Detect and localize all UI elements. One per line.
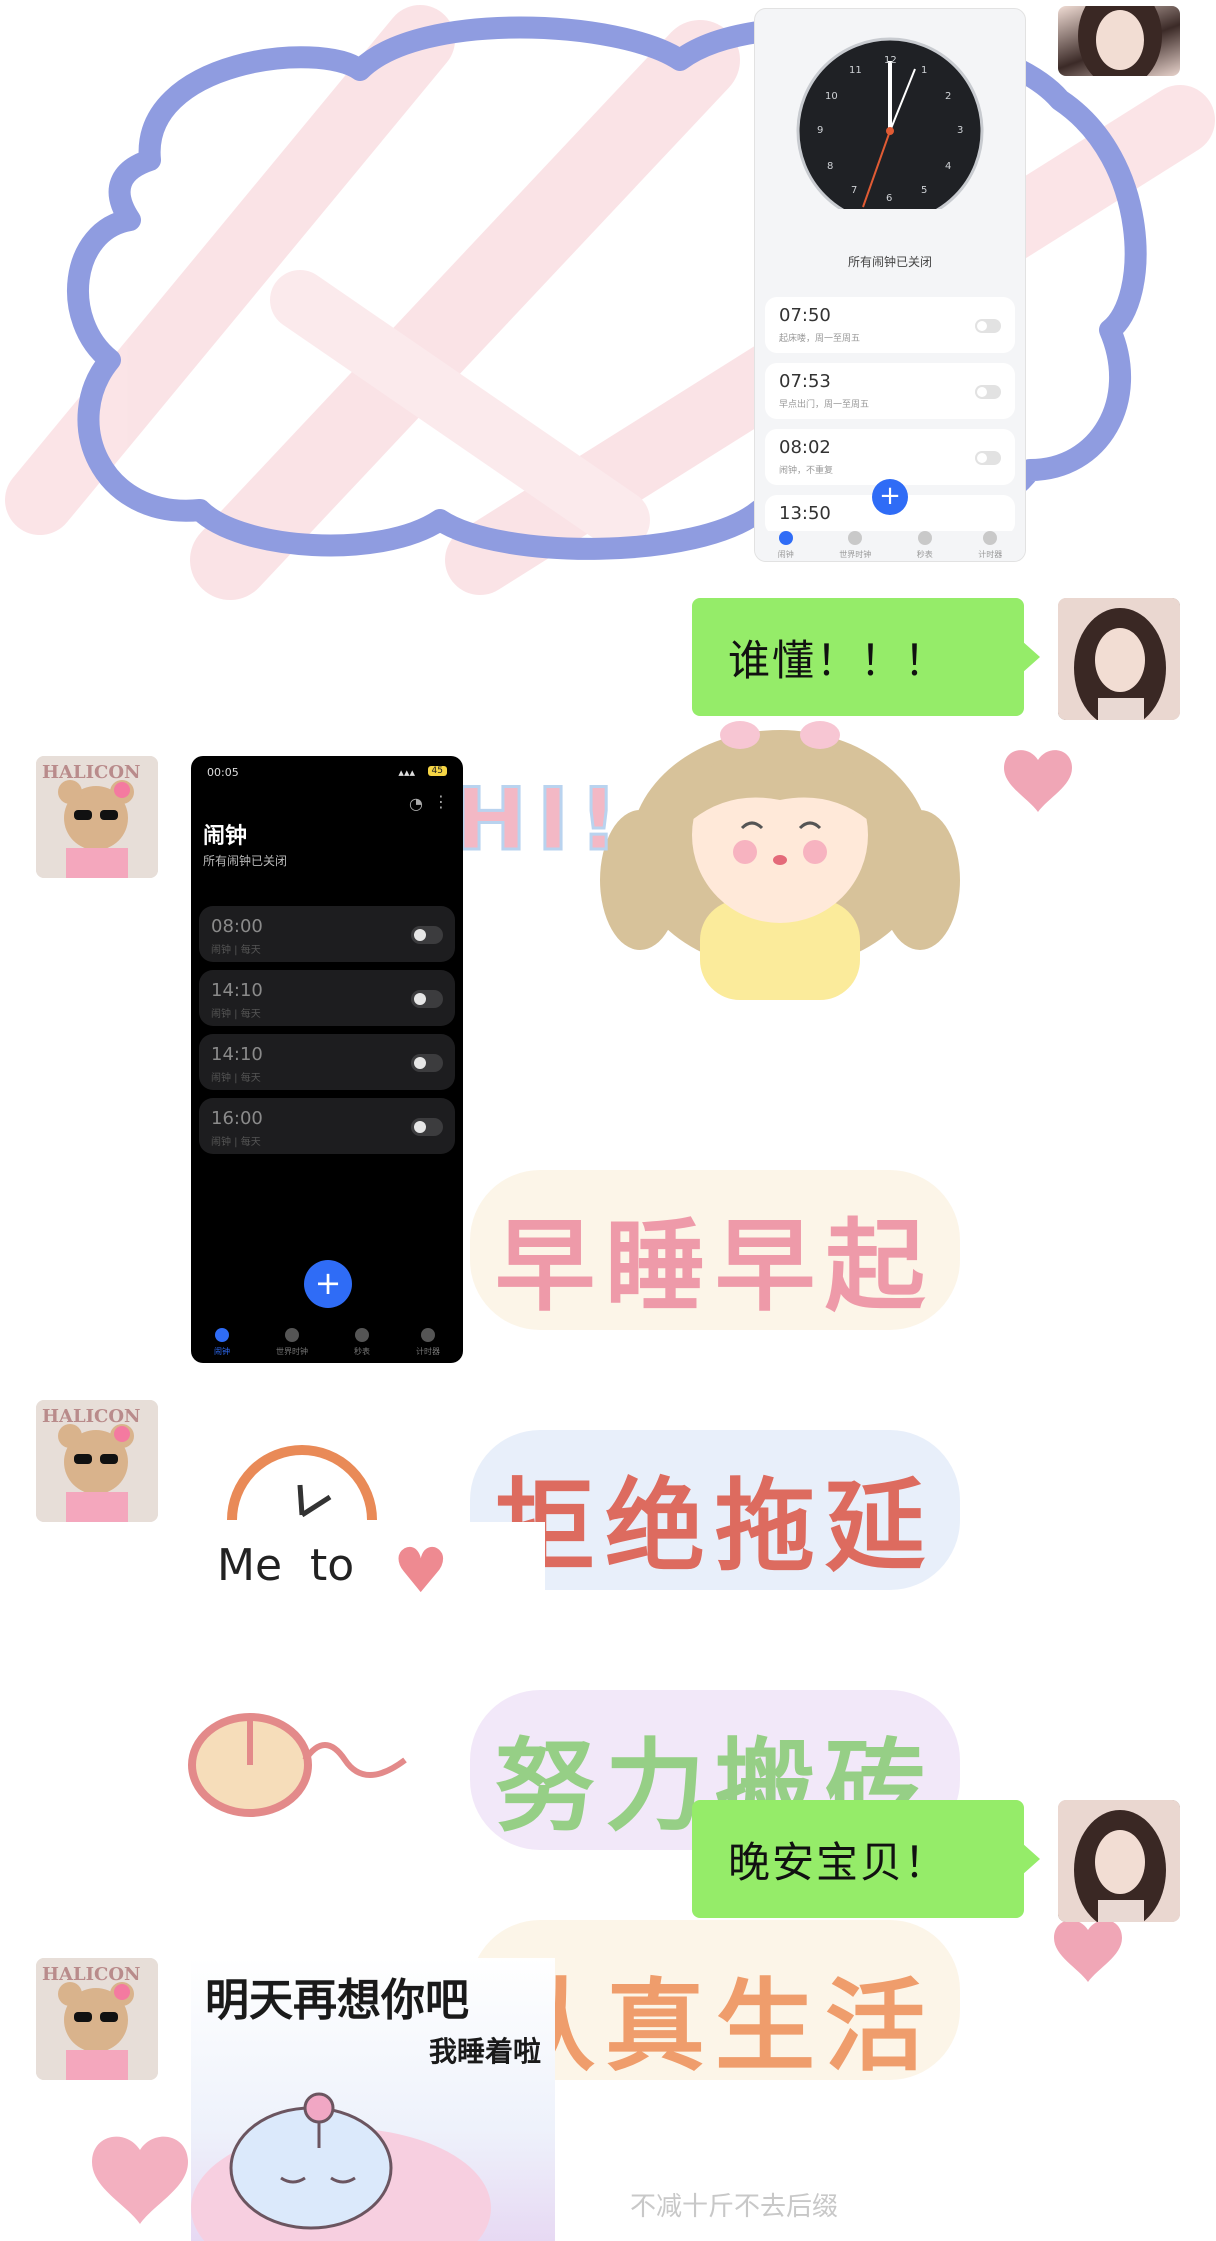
friend-avatar[interactable]: HALICON bbox=[36, 756, 158, 878]
tab-world-clock[interactable]: 世界时钟 bbox=[839, 531, 871, 561]
message-text: 晚安宝贝！ bbox=[728, 1837, 949, 1887]
alarm-time: 08:00 bbox=[211, 916, 263, 937]
tab-timer[interactable]: 计时器 bbox=[416, 1328, 440, 1357]
goodnight-sticker[interactable]: 明天再想你吧 我睡着啦 bbox=[191, 1958, 555, 2241]
alarm-card[interactable]: 16:00 闹钟 | 每天 bbox=[199, 1098, 455, 1154]
light-clock-tabbar: 闹钟 世界时钟 秒表 计时器 bbox=[755, 531, 1025, 561]
svg-text:HALICON: HALICON bbox=[42, 1406, 141, 1427]
alarm-toggle[interactable] bbox=[975, 385, 1001, 399]
alarm-time: 07:50 bbox=[779, 305, 831, 326]
alarm-toggle[interactable] bbox=[975, 319, 1001, 333]
alarm-time: 14:10 bbox=[211, 1044, 263, 1065]
alarm-toggle[interactable] bbox=[411, 1054, 443, 1072]
heart-icon bbox=[92, 2136, 188, 2224]
portrait-avatar-image bbox=[1058, 1800, 1180, 1922]
bear-avatar-image: HALICON bbox=[36, 1958, 158, 2080]
heart-icon bbox=[1054, 1920, 1122, 1982]
bear-avatar-image: HALICON bbox=[36, 756, 158, 878]
alarm-subtitle: 起床喽，周一至周五 bbox=[779, 334, 861, 344]
alarm-subtitle: 早点出门，周一至周五 bbox=[779, 400, 870, 410]
alarm-card[interactable]: 14:10 闹钟 | 每天 bbox=[199, 970, 455, 1026]
my-avatar[interactable] bbox=[1058, 598, 1180, 720]
alarm-subtitle: 闹钟 | 每天 bbox=[211, 1073, 261, 1084]
light-clock-screenshot[interactable]: 12 1 2 3 4 5 6 7 8 9 10 11 所有闹钟已关闭 07:50… bbox=[754, 8, 1026, 562]
sticker-art-background bbox=[5, 5, 1215, 2224]
heart-icon: ♥ bbox=[393, 1534, 449, 1607]
dark-clock-screenshot[interactable]: 00:05 45 ▴▴▴ ◔ ⋮ 闹钟 所有闹钟已关闭 08:00 闹钟 | 每… bbox=[191, 756, 463, 1363]
tab-stopwatch[interactable]: 秒表 bbox=[354, 1328, 370, 1357]
alarm-card[interactable]: 07:53 早点出门，周一至周五 bbox=[765, 363, 1015, 419]
more-icon[interactable]: ⋮ bbox=[433, 792, 449, 811]
me-to-text: Me to bbox=[217, 1540, 355, 1591]
tab-alarm[interactable]: 闹钟 bbox=[214, 1328, 230, 1357]
sticker-line-early-sleep: 早睡早起 bbox=[495, 1208, 935, 1325]
dark-clock-tabbar: 闹钟 世界时钟 秒表 计时器 bbox=[191, 1328, 463, 1357]
light-clock-caption: 所有闹钟已关闭 bbox=[847, 255, 932, 269]
message-bubble-mine[interactable]: 晚安宝贝！ bbox=[692, 1800, 1040, 1918]
mouse-doodle-icon bbox=[188, 1713, 407, 1817]
status-bar: 00:05 45 ▴▴▴ bbox=[207, 766, 447, 784]
alarm-time: 08:02 bbox=[779, 437, 831, 458]
sticker-line-no-delay: 拒绝拖延 bbox=[495, 1468, 935, 1585]
friend-avatar[interactable]: HALICON bbox=[36, 1958, 158, 2080]
alarm-toggle[interactable] bbox=[411, 926, 443, 944]
tab-alarm[interactable]: 闹钟 bbox=[778, 531, 794, 561]
alarm-toggle[interactable] bbox=[975, 451, 1001, 465]
tab-stopwatch[interactable]: 秒表 bbox=[917, 531, 933, 561]
add-alarm-button[interactable]: + bbox=[872, 479, 908, 515]
alarm-toggle[interactable] bbox=[411, 990, 443, 1008]
signal-icon: ▴▴▴ bbox=[398, 766, 415, 779]
alarm-time: 14:10 bbox=[211, 980, 263, 1001]
page-title: 闹钟 bbox=[203, 824, 248, 849]
tab-world-clock[interactable]: 世界时钟 bbox=[276, 1328, 308, 1357]
alarm-card[interactable]: 08:00 闹钟 | 每天 bbox=[199, 906, 455, 962]
alarm-card[interactable]: 07:50 起床喽，周一至周五 bbox=[765, 297, 1015, 353]
tab-timer[interactable]: 计时器 bbox=[978, 531, 1002, 561]
svg-text:HALICON: HALICON bbox=[42, 1964, 141, 1985]
portrait-avatar-image bbox=[1078, 6, 1162, 76]
light-clock-numbers: 12 1 2 3 4 5 6 7 8 9 10 11 bbox=[817, 55, 964, 204]
friend-avatar[interactable]: HALICON bbox=[36, 1400, 158, 1522]
me-to-label: Me to ♥ bbox=[205, 1522, 545, 1607]
my-avatar[interactable] bbox=[1058, 6, 1180, 76]
alarm-subtitle: 闹钟 | 每天 bbox=[211, 1009, 261, 1020]
status-time: 00:05 bbox=[207, 766, 239, 779]
sticker-line-live-seriously: 认真生活 bbox=[495, 1968, 935, 2085]
alarm-subtitle: 闹钟 | 每天 bbox=[211, 945, 261, 956]
girl-character-illustration bbox=[600, 721, 960, 1000]
battery-badge: 45 bbox=[427, 766, 447, 776]
alarm-subtitle: 闹钟 | 每天 bbox=[211, 1137, 261, 1148]
alarm-card[interactable]: 14:10 闹钟 | 每天 bbox=[199, 1034, 455, 1090]
alarm-time: 13:50 bbox=[779, 503, 831, 524]
refresh-icon[interactable]: ◔ bbox=[409, 794, 423, 813]
alarm-time: 16:00 bbox=[211, 1108, 263, 1129]
watermark-text: 不减十斤不去后缀 bbox=[630, 2192, 839, 2222]
alarm-toggle[interactable] bbox=[411, 1118, 443, 1136]
svg-text:HALICON: HALICON bbox=[42, 762, 141, 783]
portrait-avatar-image bbox=[1058, 598, 1180, 720]
sleeping-character-illustration bbox=[191, 2092, 491, 2241]
bear-avatar-image: HALICON bbox=[36, 1400, 158, 1522]
alarm-time: 07:53 bbox=[779, 371, 831, 392]
alarm-subtitle: 闹钟，不重复 bbox=[779, 466, 834, 476]
add-alarm-button[interactable]: + bbox=[304, 1260, 352, 1308]
message-text: 谁懂！！！ bbox=[728, 635, 949, 685]
message-bubble-mine[interactable]: 谁懂！！！ bbox=[692, 598, 1040, 716]
clock-doodle-icon bbox=[227, 1445, 377, 1521]
page-subtitle: 所有闹钟已关闭 bbox=[203, 854, 288, 868]
heart-icon bbox=[1004, 750, 1072, 812]
alarm-card[interactable]: 08:02 闹钟，不重复 bbox=[765, 429, 1015, 485]
sticker-hi-text: HI! bbox=[453, 769, 629, 872]
my-avatar[interactable] bbox=[1058, 1800, 1180, 1922]
